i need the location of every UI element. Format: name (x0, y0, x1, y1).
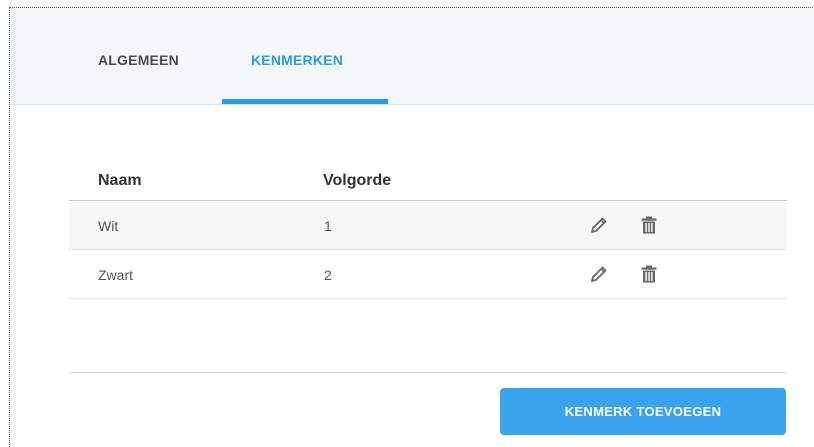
cell-naam: Zwart (98, 267, 133, 283)
add-kenmerk-button[interactable]: KENMERK TOEVOEGEN (500, 388, 786, 435)
column-header-naam: Naam (98, 172, 142, 189)
trash-icon[interactable] (638, 214, 660, 236)
tab-bar: ALGEMEEN KENMERKEN (10, 8, 814, 105)
active-tab-indicator (222, 99, 388, 104)
cell-volgorde: 2 (324, 267, 332, 283)
panel: ALGEMEEN KENMERKEN Naam Volgorde Wit 1 Z… (9, 7, 814, 447)
cell-volgorde: 1 (324, 218, 332, 234)
tab-algemeen[interactable]: ALGEMEEN (98, 52, 179, 68)
table-row: Wit 1 (69, 201, 787, 250)
cell-naam: Wit (98, 218, 119, 234)
footer-divider (69, 372, 787, 373)
tab-kenmerken[interactable]: KENMERKEN (251, 52, 343, 68)
column-header-volgorde: Volgorde (323, 172, 392, 189)
pencil-icon[interactable] (588, 263, 610, 285)
table-row: Zwart 2 (69, 250, 787, 299)
pencil-icon[interactable] (588, 214, 610, 236)
trash-icon[interactable] (638, 263, 660, 285)
